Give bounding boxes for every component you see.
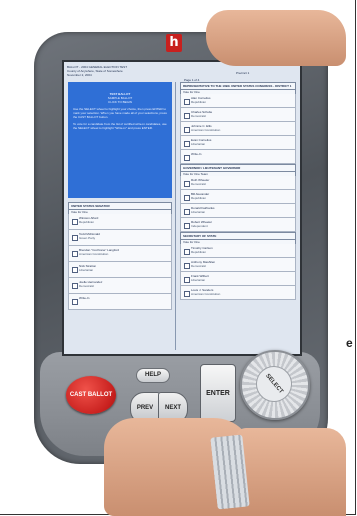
candidate-name: Write-In — [191, 152, 202, 156]
checkbox[interactable] — [184, 291, 190, 297]
candidate-party: Independent — [191, 224, 208, 228]
candidate-option[interactable]: Ruth Wheeler Democratic — [180, 176, 296, 190]
precinct-label: Precinct 1 — [236, 71, 250, 75]
candidate-party: American Constitution — [191, 292, 221, 296]
candidate-party: Democratic — [191, 114, 207, 118]
checkbox[interactable] — [184, 141, 190, 147]
contest-title: GOVERNOR / LIEUTENANT GOVERNOR — [180, 164, 296, 172]
column-divider — [175, 82, 176, 350]
candidate-option[interactable]: Todd McDonald Green Party — [68, 230, 172, 246]
candidate-party: Republican — [191, 196, 207, 200]
candidate-option[interactable]: Winston Alford Republican — [68, 214, 172, 230]
help-button[interactable]: HELP — [136, 368, 170, 383]
candidate-party: Democratic — [79, 284, 95, 288]
candidate-party: Libertarian — [79, 268, 94, 272]
checkbox[interactable] — [184, 113, 190, 119]
candidate-party: Green Party — [79, 236, 96, 240]
candidate-option[interactable]: Robert Wheeler Independent — [180, 218, 296, 232]
forearm — [236, 428, 346, 516]
checkbox[interactable] — [72, 219, 78, 225]
candidate-option[interactable]: Anthony MacAllen Democratic — [180, 258, 296, 272]
candidate-option[interactable]: Johnnie C. Ellis American Constitution — [180, 122, 296, 136]
date-line: November 2, 2004 — [67, 73, 92, 77]
checkbox[interactable] — [72, 283, 78, 289]
candidate-name: Write-In — [79, 296, 90, 300]
candidate-option[interactable]: Louis J. Sanders American Constitution — [180, 286, 296, 300]
enter-button[interactable]: ENTER — [200, 364, 236, 422]
ballot-screen[interactable]: BALLOT - 2004 GENERAL ELECTION TEST Coun… — [62, 60, 302, 356]
candidate-party: Libertarian — [191, 278, 206, 282]
checkbox[interactable] — [72, 235, 78, 241]
candidate-party: Libertarian — [191, 142, 206, 146]
cast-ballot-button[interactable]: CAST BALLOT — [66, 376, 116, 414]
checkbox[interactable] — [184, 181, 190, 187]
write-in-option[interactable]: Write-In — [180, 150, 296, 164]
candidate-party: American Constitution — [79, 252, 109, 256]
instructions-panel: TEST BALLOT SAMPLE BALLOT CLICK TO BEGIN… — [68, 82, 172, 198]
instructions-line-2: CLICK TO BEGIN — [108, 100, 132, 104]
candidate-party: American Constitution — [191, 128, 221, 132]
checkbox[interactable] — [184, 155, 190, 161]
candidate-party: Republican — [191, 250, 207, 254]
candidate-option[interactable]: Timothy Carlson Republican — [180, 244, 296, 258]
right-column: REPRESENTATIVE TO THE 109th UNITED STATE… — [180, 82, 296, 300]
checkbox[interactable] — [184, 127, 190, 133]
candidate-party: Democratic — [191, 264, 207, 268]
checkbox[interactable] — [184, 209, 190, 215]
candidate-option[interactable]: Frank Wilbert Libertarian — [180, 272, 296, 286]
candidate-option[interactable]: Charles Schulte Democratic — [180, 108, 296, 122]
checkbox[interactable] — [184, 99, 190, 105]
checkbox[interactable] — [184, 263, 190, 269]
candidate-option[interactable]: Brendan "Cochrane" Langford American Cons… — [68, 246, 172, 262]
candidate-option[interactable]: Bill Alexander Republican — [180, 190, 296, 204]
checkbox[interactable] — [184, 249, 190, 255]
checkbox[interactable] — [184, 223, 190, 229]
contest-title: UNITED STATES SENATOR — [68, 202, 172, 210]
candidate-party: Democratic — [191, 182, 207, 186]
contest-title: SECRETARY OF STATE — [180, 232, 296, 240]
top-hand — [206, 10, 346, 66]
instructions-paragraph-2: To vote for a candidate from the list of… — [73, 122, 167, 130]
brand-logo: h — [166, 34, 182, 52]
instructions-paragraph-1: Use the SELECT wheel to highlight your c… — [73, 107, 167, 119]
candidate-party: Republican — [79, 220, 95, 224]
candidate-option[interactable]: Nick Stratton Libertarian — [68, 262, 172, 278]
checkbox[interactable] — [72, 299, 78, 305]
checkbox[interactable] — [184, 277, 190, 283]
checkbox[interactable] — [72, 251, 78, 257]
checkbox[interactable] — [72, 267, 78, 273]
candidate-option[interactable]: Alan Cornelius Republican — [180, 94, 296, 108]
edge-character: e — [346, 336, 353, 350]
candidate-option[interactable]: Evan Cornelius Libertarian — [180, 136, 296, 150]
candidate-option[interactable]: Donald Fairbanks Libertarian — [180, 204, 296, 218]
candidate-option[interactable]: Joelle Hernandez Democratic — [68, 278, 172, 294]
contest-title: REPRESENTATIVE TO THE 109th UNITED STATE… — [180, 82, 296, 90]
checkbox[interactable] — [184, 195, 190, 201]
ballot-header: BALLOT - 2004 GENERAL ELECTION TEST Coun… — [67, 65, 297, 77]
senate-contest: UNITED STATES SENATOR Vote for One Winst… — [68, 202, 172, 310]
candidate-party: Republican — [191, 100, 207, 104]
candidate-party: Libertarian — [191, 210, 206, 214]
write-in-option[interactable]: Write-In — [68, 294, 172, 310]
